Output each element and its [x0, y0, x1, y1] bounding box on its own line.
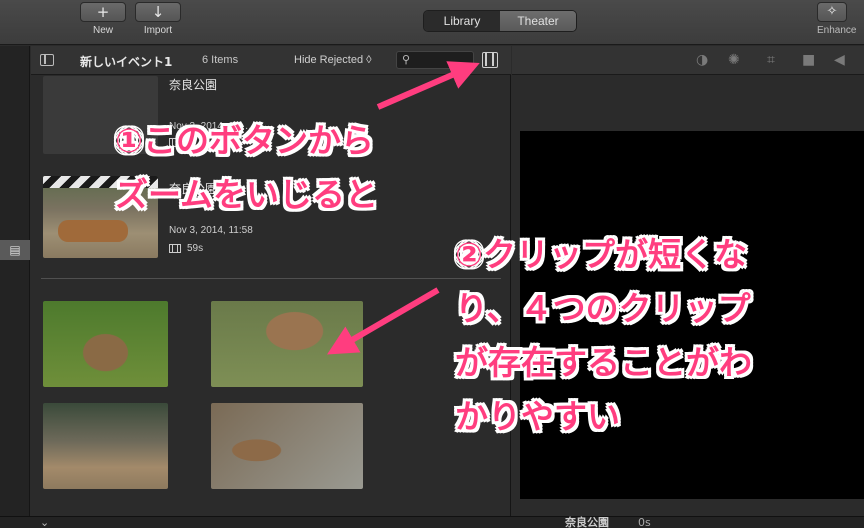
annotation-1-line-2: ズームをいじると [115, 175, 379, 214]
imovie-window: + New ↓ Import Library Theater ✧ Enhance… [0, 0, 864, 528]
annotation-1: ①このボタンから ズームをいじると [115, 114, 378, 222]
arrow-to-filmstrip-button [376, 61, 480, 110]
annotation-2-line-2: り、４つのクリップ [455, 289, 751, 328]
annotation-2-line-4: かりやすい [455, 397, 620, 436]
annotation-2-line-3: が存在することがわ [455, 343, 752, 382]
annotation-2: ②クリップが短くな り、４つのクリップ が存在することがわ かりやすい [455, 228, 752, 444]
annotation-1-line-1: ①このボタンから [115, 121, 374, 160]
annotation-2-line-1: ②クリップが短くな [455, 235, 747, 274]
arrow-to-clips [327, 287, 440, 355]
